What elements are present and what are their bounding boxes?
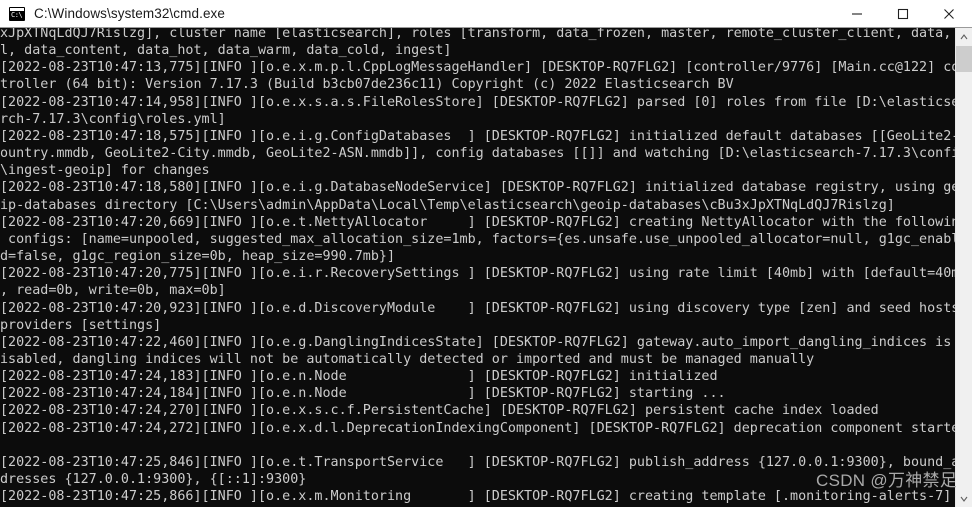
vertical-scrollbar[interactable] — [955, 28, 972, 507]
console-output-area[interactable]: xJpXTNqLdQJ7Rislzg], cluster name [elast… — [0, 28, 955, 507]
console-log-text: xJpXTNqLdQJ7Rislzg], cluster name [elast… — [0, 28, 955, 507]
scrollbar-thumb[interactable] — [956, 46, 972, 72]
window-controls — [834, 0, 972, 27]
title-bar[interactable]: C:\ C:\Windows\system32\cmd.exe — [0, 0, 972, 28]
minimize-button[interactable] — [834, 0, 880, 27]
window-title: C:\Windows\system32\cmd.exe — [34, 6, 226, 21]
cmd-window: C:\ C:\Windows\system32\cmd.exe xJpXTNqL… — [0, 0, 972, 507]
maximize-button[interactable] — [880, 0, 926, 27]
cmd-console-icon: C:\ — [9, 6, 25, 21]
scroll-up-arrow-icon[interactable] — [956, 28, 972, 45]
scroll-down-arrow-icon[interactable] — [956, 490, 972, 507]
close-button[interactable] — [926, 0, 972, 27]
icon-prompt-text: C:\ — [11, 10, 23, 19]
